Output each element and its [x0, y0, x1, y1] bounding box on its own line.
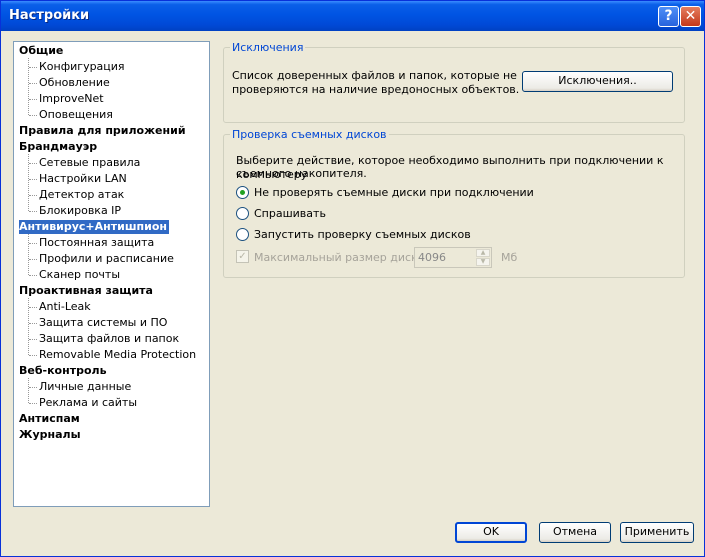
radio-no-scan[interactable] [236, 186, 249, 199]
tree-connector [29, 179, 37, 180]
tree-item[interactable]: Обновление [39, 76, 110, 90]
tree-connector [29, 403, 37, 404]
cancel-button[interactable]: Отмена [539, 522, 611, 543]
radio-scan[interactable] [236, 228, 249, 241]
ok-button[interactable]: OK [455, 522, 527, 543]
tree-item[interactable]: Конфигурация [39, 60, 125, 74]
tree-connector [29, 67, 37, 68]
tree-category[interactable]: Антивирус+Антишпион [19, 220, 169, 234]
tree-connector [29, 339, 37, 340]
tree-item[interactable]: Профили и расписание [39, 252, 174, 266]
tree-connector [29, 163, 37, 164]
tree-item[interactable]: Anti-Leak [39, 300, 91, 314]
title-bar[interactable]: Настройки ? ✕ [1, 1, 704, 31]
max-size-value: 4096 [418, 251, 446, 264]
tree-connector [29, 323, 37, 324]
tree-connector [28, 234, 29, 275]
tree-item[interactable]: Сканер почты [39, 268, 120, 282]
tree-category[interactable]: Антиспам [19, 412, 80, 426]
tree-item[interactable]: Removable Media Protection [39, 348, 196, 362]
tree-item[interactable]: Реклама и сайты [39, 396, 137, 410]
tree-connector [29, 355, 37, 356]
tree-item[interactable]: Защита файлов и папок [39, 332, 179, 346]
exclusions-description-1: Список доверенных файлов и папок, которы… [232, 69, 517, 82]
tree-item[interactable]: ImproveNet [39, 92, 104, 106]
close-icon: ✕ [684, 8, 697, 24]
max-size-checkbox[interactable]: ✓ [236, 250, 249, 263]
option-scan-label: Запустить проверку съемных дисков [254, 228, 471, 241]
tree-category[interactable]: Журналы [19, 428, 81, 442]
tree-connector [29, 83, 37, 84]
tree-connector [29, 195, 37, 196]
exclusions-legend: Исключения [232, 41, 304, 54]
tree-item[interactable]: Детектор атак [39, 188, 124, 202]
settings-tree[interactable]: Общие Конфигурация Обновление ImproveNet Опо… [13, 41, 210, 507]
tree-category[interactable]: Проактивная защита [19, 284, 153, 298]
spin-up-icon[interactable]: ▲ [476, 249, 490, 257]
window-title: Настройки [9, 8, 90, 23]
tree-item[interactable]: Оповещения [39, 108, 113, 122]
max-size-label: Максимальный размер диска [254, 251, 425, 264]
help-button[interactable]: ? [658, 6, 679, 27]
tree-category[interactable]: Правила для приложений [19, 124, 186, 138]
tree-connector [29, 115, 37, 116]
tree-item[interactable]: Постоянная защита [39, 236, 154, 250]
removable-description-2: съемного накопителя. [236, 167, 367, 180]
tree-item[interactable]: Защита системы и ПО [39, 316, 167, 330]
tree-connector [29, 211, 37, 212]
max-size-unit: Мб [501, 251, 518, 264]
tree-connector [29, 275, 37, 276]
tree-item[interactable]: Настройки LAN [39, 172, 127, 186]
tree-connector [29, 243, 37, 244]
tree-item[interactable]: Личные данные [39, 380, 131, 394]
option-no-scan-label: Не проверять съемные диски при подключен… [254, 186, 534, 199]
exclusions-description-2: проверяются на наличие вредоносных объек… [232, 83, 520, 96]
spin-down-icon[interactable]: ▼ [476, 258, 490, 266]
tree-item[interactable]: Блокировка IP [39, 204, 121, 218]
max-size-spinner[interactable]: 4096 ▲ ▼ [414, 247, 492, 268]
tree-category[interactable]: Брандмауэр [19, 140, 97, 154]
close-button[interactable]: ✕ [680, 6, 701, 27]
tree-connector [28, 378, 29, 403]
exclusions-button[interactable]: Исключения.. [522, 71, 673, 92]
tree-connector [29, 387, 37, 388]
tree-connector [29, 307, 37, 308]
radio-ask[interactable] [236, 207, 249, 220]
tree-category[interactable]: Общие [19, 44, 63, 58]
settings-window: Настройки ? ✕ Общие Конфигурация Обновлени… [0, 0, 705, 557]
tree-item[interactable]: Сетевые правила [39, 156, 140, 170]
option-ask-label: Спрашивать [254, 207, 326, 220]
apply-button[interactable]: Применить [620, 522, 694, 543]
removable-legend: Проверка съемных дисков [232, 128, 387, 141]
tree-connector [29, 259, 37, 260]
tree-category[interactable]: Веб-контроль [19, 364, 107, 378]
tree-connector [29, 99, 37, 100]
question-icon: ? [664, 8, 673, 24]
